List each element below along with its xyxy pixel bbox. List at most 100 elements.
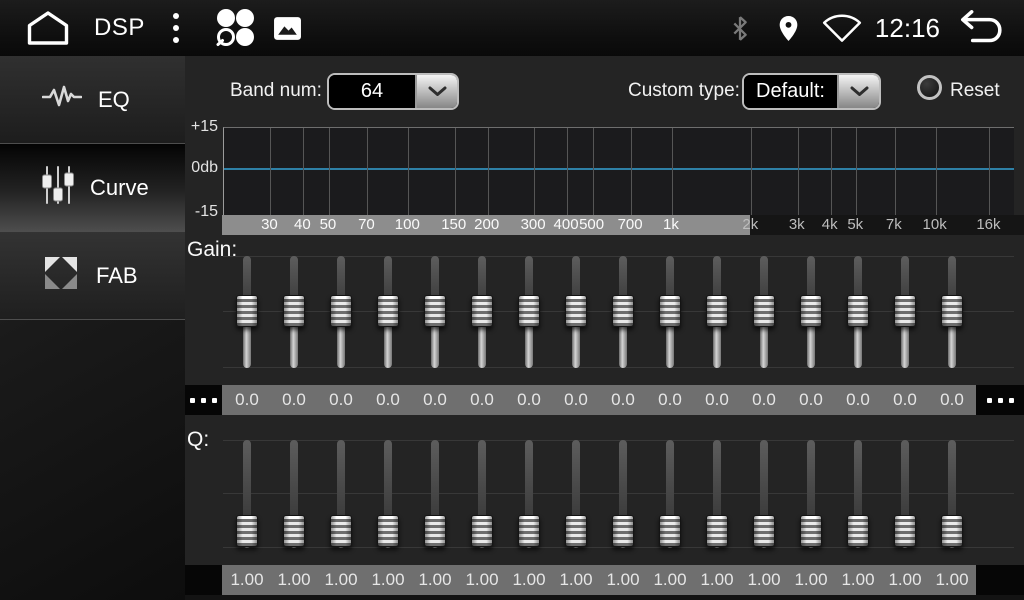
band-num-value: 64 xyxy=(329,75,415,108)
gain-slider-knob[interactable] xyxy=(565,295,587,327)
gain-slider-knob[interactable] xyxy=(236,295,258,327)
frequency-axis: 304050701001502003004005007001k2k3k4k5k7… xyxy=(222,215,1024,235)
chevron-down-icon xyxy=(837,75,879,108)
y-axis-label-min: -15 xyxy=(185,203,218,221)
gridline xyxy=(798,128,799,215)
gain-slider-knob[interactable] xyxy=(800,295,822,327)
q-slider-knob[interactable] xyxy=(800,515,822,547)
gridline xyxy=(989,128,990,215)
clock: 12:16 xyxy=(875,13,940,44)
kebab-menu-icon[interactable] xyxy=(169,9,183,47)
gain-value: 0.0 xyxy=(235,390,259,410)
custom-type-dropdown[interactable]: Default: xyxy=(742,73,881,110)
gain-slider-knob[interactable] xyxy=(706,295,728,327)
q-slider-knob[interactable] xyxy=(424,515,446,547)
q-slider-area xyxy=(223,440,1014,548)
gridline xyxy=(567,128,568,215)
freq-tick-label: 7k xyxy=(886,216,902,233)
gain-value: 0.0 xyxy=(376,390,400,410)
gain-more-left-button[interactable] xyxy=(185,385,222,415)
gain-slider-knob[interactable] xyxy=(518,295,540,327)
q-slider-knob[interactable] xyxy=(518,515,540,547)
gain-slider-knob[interactable] xyxy=(941,295,963,327)
gridline xyxy=(329,128,330,215)
gain-slider-knob[interactable] xyxy=(612,295,634,327)
sidebar-item-curve[interactable]: Curve xyxy=(0,144,185,232)
gain-slider-knob[interactable] xyxy=(753,295,775,327)
q-value: 1.00 xyxy=(277,570,310,590)
gridline xyxy=(455,128,456,215)
q-more-right-button[interactable] xyxy=(976,565,1024,595)
gain-slider-knob[interactable] xyxy=(847,295,869,327)
q-slider-knob[interactable] xyxy=(941,515,963,547)
dsp-screen: DSP 12:16 xyxy=(0,0,1024,600)
gain-value: 0.0 xyxy=(470,390,494,410)
back-icon[interactable] xyxy=(956,9,1004,47)
q-slider-knob[interactable] xyxy=(377,515,399,547)
gridline xyxy=(593,128,594,215)
gain-value: 0.0 xyxy=(423,390,447,410)
freq-tick-label: 700 xyxy=(618,216,643,233)
gallery-icon[interactable] xyxy=(273,16,302,41)
q-slider-knob[interactable] xyxy=(471,515,493,547)
gain-more-right-button[interactable] xyxy=(976,385,1024,415)
q-slider-knob[interactable] xyxy=(236,515,258,547)
status-bar: DSP 12:16 xyxy=(0,0,1024,56)
gridline xyxy=(367,128,368,215)
gain-value: 0.0 xyxy=(517,390,541,410)
q-slider-knob[interactable] xyxy=(894,515,916,547)
gain-slider-knob[interactable] xyxy=(377,295,399,327)
q-value: 1.00 xyxy=(230,570,263,590)
gain-slider-knob[interactable] xyxy=(659,295,681,327)
bluetooth-icon xyxy=(732,16,748,41)
q-value: 1.00 xyxy=(653,570,686,590)
freq-tick-label: 40 xyxy=(294,216,311,233)
q-value: 1.00 xyxy=(465,570,498,590)
sliders-icon xyxy=(42,165,74,211)
sidebar-item-eq[interactable]: EQ xyxy=(0,56,185,144)
q-more-left-button[interactable] xyxy=(185,565,222,595)
q-slider-knob[interactable] xyxy=(659,515,681,547)
q-value: 1.00 xyxy=(888,570,921,590)
gain-value: 0.0 xyxy=(799,390,823,410)
sidebar-item-label: FAB xyxy=(96,263,138,289)
q-value: 1.00 xyxy=(371,570,404,590)
q-value: 1.00 xyxy=(324,570,357,590)
band-num-dropdown[interactable]: 64 xyxy=(327,73,459,110)
y-axis-label-zero: 0db xyxy=(185,159,218,177)
freq-tick-label: 4k xyxy=(822,216,838,233)
apps-clover-icon[interactable] xyxy=(213,7,257,49)
gain-value: 0.0 xyxy=(329,390,353,410)
waveform-icon xyxy=(42,83,82,117)
chevron-down-icon xyxy=(415,75,457,108)
freq-tick-label: 10k xyxy=(923,216,947,233)
gridline xyxy=(488,128,489,215)
freq-tick-label: 300 xyxy=(521,216,546,233)
q-value: 1.00 xyxy=(841,570,874,590)
freq-tick-label: 500 xyxy=(579,216,604,233)
freq-tick-label: 400 xyxy=(554,216,579,233)
q-value: 1.00 xyxy=(559,570,592,590)
freq-tick-label: 5k xyxy=(847,216,863,233)
q-slider-knob[interactable] xyxy=(847,515,869,547)
q-slider-knob[interactable] xyxy=(565,515,587,547)
q-slider-knob[interactable] xyxy=(753,515,775,547)
q-slider-knob[interactable] xyxy=(283,515,305,547)
freq-tick-label: 150 xyxy=(441,216,466,233)
freq-tick-label: 16k xyxy=(976,216,1000,233)
sidebar-item-fab[interactable]: FAB xyxy=(0,232,185,320)
gain-value: 0.0 xyxy=(282,390,306,410)
q-slider-knob[interactable] xyxy=(612,515,634,547)
gain-slider-knob[interactable] xyxy=(330,295,352,327)
q-value: 1.00 xyxy=(935,570,968,590)
q-slider-knob[interactable] xyxy=(706,515,728,547)
gain-slider-knob[interactable] xyxy=(471,295,493,327)
q-slider-knob[interactable] xyxy=(330,515,352,547)
home-icon[interactable] xyxy=(26,10,70,46)
gain-slider-knob[interactable] xyxy=(283,295,305,327)
y-axis-label-max: +15 xyxy=(185,118,218,136)
gain-slider-knob[interactable] xyxy=(424,295,446,327)
gain-slider-knob[interactable] xyxy=(894,295,916,327)
gridline xyxy=(408,128,409,215)
reset-radio[interactable] xyxy=(917,75,942,100)
